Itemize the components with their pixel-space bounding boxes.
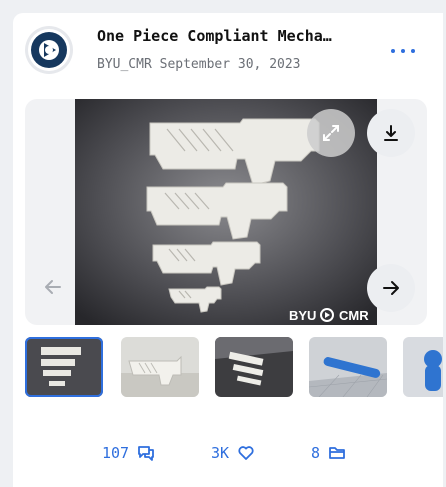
thumbnail-2[interactable] [121, 337, 199, 397]
watermark-suffix: CMR [339, 308, 369, 323]
expand-icon [323, 125, 339, 141]
author-name[interactable]: BYU_CMR [97, 57, 152, 72]
image-gallery: BYU CMR [25, 99, 427, 325]
likes-stat[interactable]: 3K [211, 441, 255, 465]
folder-icon [329, 447, 345, 459]
likes-count: 3K [211, 444, 230, 462]
arrow-left-icon [45, 280, 61, 294]
heart-icon [238, 446, 254, 460]
expand-button[interactable] [307, 109, 355, 157]
previous-image-button[interactable] [39, 273, 67, 301]
comments-stat[interactable]: 107 [102, 441, 155, 465]
more-dots-icon [391, 49, 395, 53]
arrow-right-icon [383, 281, 399, 295]
thumbnail-1[interactable] [25, 337, 103, 397]
author-avatar[interactable] [25, 26, 73, 74]
collections-stat[interactable]: 8 [311, 441, 346, 465]
thumbnail-3[interactable] [215, 337, 293, 397]
download-button[interactable] [367, 109, 415, 157]
watermark-text: BYU [289, 308, 316, 323]
publish-date: September 30, 2023 [159, 57, 301, 72]
comments-icon [138, 446, 154, 461]
more-dot [411, 49, 415, 53]
model-meta: BYU_CMR September 30, 2023 [97, 57, 301, 72]
more-options-button[interactable] [391, 43, 415, 59]
model-stats: 107 3K 8 [13, 441, 443, 465]
thumbnail-strip [25, 337, 443, 401]
model-card: One Piece Compliant Mecha… BYU_CMR Septe… [13, 13, 443, 487]
thumbnail-5[interactable] [403, 337, 443, 397]
model-title[interactable]: One Piece Compliant Mecha… [97, 27, 357, 45]
thumbnail-4[interactable] [309, 337, 387, 397]
next-image-button[interactable] [367, 264, 415, 312]
more-dot [401, 49, 405, 53]
collections-count: 8 [311, 444, 321, 462]
byu-cmr-logo-icon [28, 29, 70, 71]
download-icon [384, 125, 398, 141]
comments-count: 107 [102, 444, 130, 462]
